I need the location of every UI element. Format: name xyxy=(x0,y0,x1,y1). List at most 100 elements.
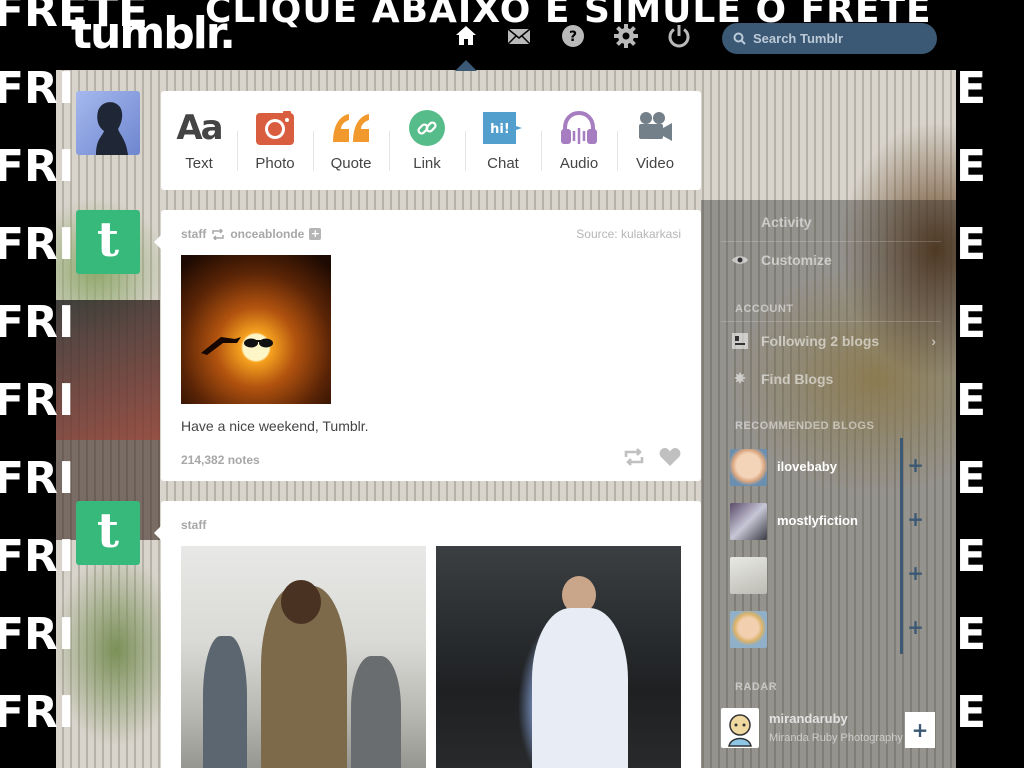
post-photo[interactable] xyxy=(181,255,331,404)
recommended-blog-name: mostlyfiction xyxy=(777,513,858,528)
sidebar-section-header: ACCOUNT xyxy=(735,303,794,315)
recommended-blog[interactable]: ilovebaby + xyxy=(730,438,938,492)
reblogged-from-link[interactable]: onceablonde xyxy=(230,227,304,241)
background-repeat-text: FRI xyxy=(0,219,75,270)
post-type-link-button[interactable]: Link xyxy=(389,91,465,190)
staff-avatar[interactable]: t xyxy=(76,501,140,565)
follow-plus-button[interactable]: + xyxy=(900,438,928,492)
home-icon[interactable] xyxy=(454,24,478,48)
post-type-label: Link xyxy=(413,155,441,172)
background-repeat-text: FRI xyxy=(0,687,75,738)
heart-icon[interactable] xyxy=(659,448,681,466)
search-input[interactable] xyxy=(753,31,923,46)
background-repeat-text: E xyxy=(956,141,987,192)
post-photo[interactable] xyxy=(181,546,426,768)
background-repeat-text: E xyxy=(956,531,987,582)
post-notes-count[interactable]: 214,382 notes xyxy=(181,453,260,467)
post-type-label: Audio xyxy=(559,155,599,172)
photo-subject xyxy=(351,656,401,768)
post-type-quote-button[interactable]: Quote xyxy=(313,91,389,190)
video-camera-icon xyxy=(639,112,672,141)
follow-plus-button[interactable]: + xyxy=(900,492,928,546)
sidebar-following-link[interactable]: Following 2 blogs › xyxy=(731,332,936,350)
eye-icon xyxy=(732,256,748,264)
search-icon xyxy=(733,32,746,45)
follow-plus-button[interactable]: + xyxy=(900,600,928,654)
recommended-blog[interactable]: + xyxy=(730,546,938,600)
sidebar-link-label: Activity xyxy=(761,214,812,230)
sidebar-link-label: Find Blogs xyxy=(761,370,834,387)
gear-icon[interactable] xyxy=(614,24,638,48)
dashboard-post: staff xyxy=(161,501,701,768)
background-repeat-text: FRI xyxy=(0,609,75,660)
recommended-blog[interactable]: + xyxy=(730,600,938,654)
post-author-link[interactable]: staff xyxy=(181,227,206,241)
post-type-audio-button[interactable]: Audio xyxy=(541,91,617,190)
recommended-blog-avatar xyxy=(730,611,767,648)
recommended-blog-avatar xyxy=(730,557,767,594)
background-repeat-text: FRI xyxy=(0,141,75,192)
background-repeat-text: FRI xyxy=(0,297,75,348)
background-repeat-text: E xyxy=(956,219,987,270)
post-type-photo-button[interactable]: Photo xyxy=(237,91,313,190)
follow-plus-button[interactable]: + xyxy=(900,546,928,600)
photo-subject xyxy=(532,608,628,768)
background-repeat-text: E xyxy=(956,375,987,426)
post-type-label: Photo xyxy=(255,155,295,172)
sidebar-find-blogs-link[interactable]: ✸ Find Blogs xyxy=(731,370,833,387)
post-header: staff xyxy=(181,518,206,532)
recommended-blog[interactable]: mostlyfiction + xyxy=(730,492,938,546)
post-header: staff onceablonde + xyxy=(181,227,322,241)
recommended-blog-name: ilovebaby xyxy=(777,459,837,474)
background-repeat-text: FRI xyxy=(0,375,75,426)
background-repeat-text: E xyxy=(956,609,987,660)
sidebar-section-header: RADAR xyxy=(735,681,778,693)
radar-avatar xyxy=(721,708,759,748)
post-actions xyxy=(623,448,681,466)
radar-blog-name: mirandaruby xyxy=(769,711,848,726)
follow-button[interactable]: + xyxy=(309,228,322,240)
post-caption: Have a nice weekend, Tumblr. xyxy=(181,418,369,434)
post-photo[interactable] xyxy=(436,546,681,768)
quote-icon xyxy=(333,114,369,142)
help-icon[interactable]: ? xyxy=(561,24,585,48)
recommended-blog-avatar xyxy=(730,503,767,540)
envelope-icon[interactable] xyxy=(507,24,531,48)
post-type-chat-button[interactable]: hi! Chat xyxy=(465,91,541,190)
background-repeat-text: E xyxy=(956,453,987,504)
post-type-bar: Aa Text Photo Quote Link hi! Chat Audio … xyxy=(161,91,701,190)
follow-plus-button[interactable]: + xyxy=(905,712,935,748)
headphones-icon xyxy=(561,111,597,144)
post-type-label: Chat xyxy=(487,155,519,172)
sidebar-customize-link[interactable]: Customize xyxy=(731,252,832,268)
sidebar-divider xyxy=(721,241,941,242)
post-type-video-button[interactable]: Video xyxy=(617,91,693,190)
post-source-link[interactable]: Source: kulakarkasi xyxy=(576,227,681,241)
text-icon: Aa xyxy=(176,108,223,148)
post-author-link[interactable]: staff xyxy=(181,518,206,532)
svg-text:hi!: hi! xyxy=(490,122,510,137)
staff-avatar[interactable]: t xyxy=(76,210,140,274)
search-box[interactable] xyxy=(722,23,937,54)
sidebar-link-label: Customize xyxy=(761,252,832,268)
background-repeat-text: FRI xyxy=(0,531,75,582)
active-nav-indicator xyxy=(455,60,477,71)
reblog-icon[interactable] xyxy=(623,448,645,466)
radar-blog-description: Miranda Ruby Photography xyxy=(769,732,903,744)
post-type-text-button[interactable]: Aa Text xyxy=(161,91,237,190)
post-type-label: Video xyxy=(635,155,675,172)
chat-icon: hi! xyxy=(483,112,522,144)
user-avatar[interactable] xyxy=(76,91,140,155)
background-repeat-text: FRI xyxy=(0,453,75,504)
sidebar-activity-link[interactable]: Activity xyxy=(731,214,812,230)
tumblr-logo[interactable]: tumblr. xyxy=(71,8,236,59)
reblog-small-icon xyxy=(212,228,225,240)
background-repeat-text: E xyxy=(956,297,987,348)
photo-subject xyxy=(281,580,321,624)
camera-icon xyxy=(256,111,294,145)
hand-silhouette xyxy=(201,337,241,355)
background-repeat-text: FRI xyxy=(0,63,75,114)
recommended-blog-avatar xyxy=(730,449,767,486)
power-icon[interactable] xyxy=(667,24,691,48)
radar-item[interactable]: mirandaruby Miranda Ruby Photography + xyxy=(721,708,936,768)
